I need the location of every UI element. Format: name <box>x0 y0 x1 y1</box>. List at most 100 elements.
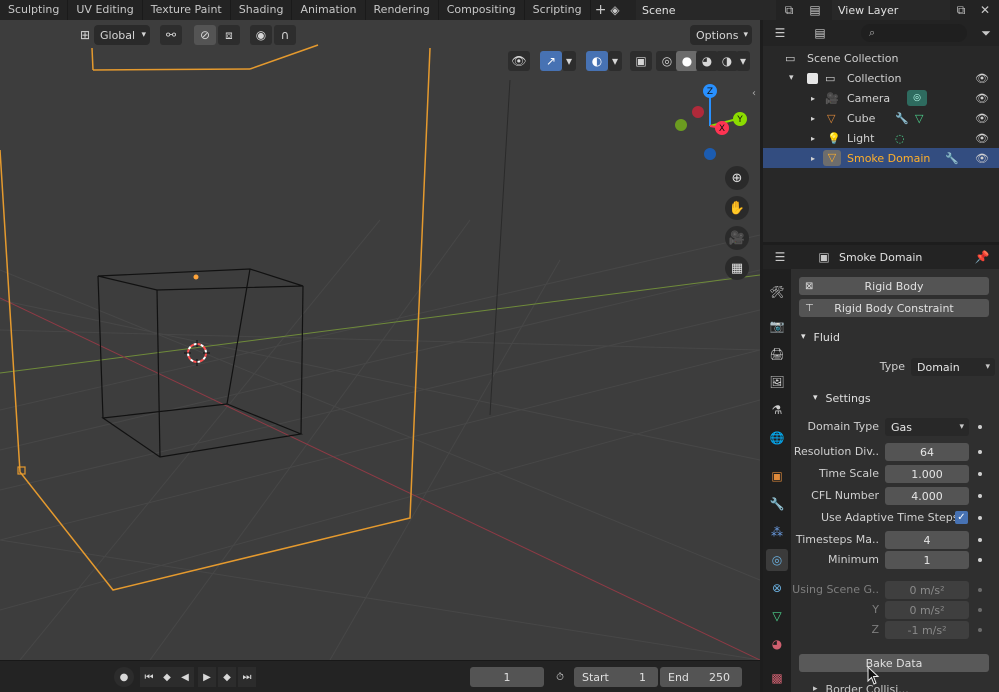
view-layer-tab-icon[interactable]: 🖼 <box>766 371 788 393</box>
material-tab-icon[interactable]: ◕ <box>766 633 788 655</box>
gravity-y-field[interactable]: 0 m/s² <box>885 601 969 619</box>
new-scene-icon[interactable]: ⧉ <box>780 1 798 19</box>
object-tab-icon[interactable]: ▣ <box>766 465 788 487</box>
domain-type-dropdown[interactable]: Gas ▾ <box>885 418 969 436</box>
gravity-x-field[interactable]: 0 m/s² <box>885 581 969 599</box>
pivot-point-icon[interactable]: ⚯ <box>160 25 182 45</box>
transform-orientation-dropdown[interactable]: Global ▾ <box>94 25 150 45</box>
navigation-gizmo[interactable]: Z Y X <box>675 84 747 160</box>
output-tab-icon[interactable]: 🖨 <box>766 343 788 365</box>
outliner-item-cube[interactable]: ▸ ▽ Cube 🔧 ▽ 👁 <box>763 108 999 128</box>
resolution-field[interactable]: 64 <box>885 443 969 461</box>
tool-tab-icon[interactable]: 🛠 <box>766 281 788 303</box>
texture-tab-icon[interactable]: ▩ <box>766 667 788 689</box>
scene-name-field[interactable]: Scene <box>636 0 776 20</box>
stopwatch-icon[interactable]: ⏱ <box>550 667 570 687</box>
grid-icon[interactable]: ▦ <box>725 256 749 280</box>
end-frame-field[interactable]: End 250 <box>660 667 742 687</box>
cfl-field[interactable]: 4.000 <box>885 487 969 505</box>
tab-animation[interactable]: Animation <box>292 0 366 20</box>
render-tab-icon[interactable]: 📷 <box>766 315 788 337</box>
play-reverse-icon[interactable]: ◀ <box>176 667 194 687</box>
chevron-down-icon[interactable]: ▾ <box>789 73 794 83</box>
tab-compositing[interactable]: Compositing <box>439 0 525 20</box>
outliner-scene-collection[interactable]: ▭ Scene Collection <box>763 48 999 68</box>
gravity-z-field[interactable]: -1 m/s² <box>885 621 969 639</box>
modifier-tab-icon[interactable]: 🔧 <box>766 493 788 515</box>
world-tab-icon[interactable]: 🌐 <box>766 427 788 449</box>
border-collisions-panel-header[interactable]: ▸ Border Collisi... <box>813 682 909 692</box>
jump-start-icon[interactable]: ⏮ <box>140 667 158 687</box>
pin-icon[interactable]: 📌 <box>973 248 991 266</box>
adaptive-checkbox[interactable]: ✓ <box>955 511 968 524</box>
tab-texture-paint[interactable]: Texture Paint <box>143 0 231 20</box>
bake-data-button[interactable]: Bake Data <box>799 654 989 672</box>
play-icon[interactable]: ▶ <box>198 667 216 687</box>
record-icon[interactable]: ● <box>114 667 134 687</box>
search-input[interactable]: ⌕ <box>861 24 967 42</box>
sidebar-toggle-icon[interactable]: ‹ <box>752 88 756 99</box>
3d-viewport[interactable]: Z Y X ⊞ Global ▾ ⚯ ⊘ ⧈ ◉ ∩ Options ▾ 👁 ↗… <box>0 20 760 660</box>
next-keyframe-icon[interactable]: ◆ <box>218 667 236 687</box>
prev-keyframe-icon[interactable]: ◆ <box>158 667 176 687</box>
data-tab-icon[interactable]: ▽ <box>766 605 788 627</box>
falloff-icon[interactable]: ∩ <box>274 25 296 45</box>
start-frame-field[interactable]: Start 1 <box>574 667 658 687</box>
new-layer-icon[interactable]: ⧉ <box>952 1 970 19</box>
fluid-panel-header[interactable]: ▾ Fluid <box>801 329 840 345</box>
keyframe-dot[interactable] <box>978 608 982 612</box>
camera-view-icon[interactable]: 🎥 <box>725 226 749 250</box>
view-layer-field[interactable]: View Layer <box>832 0 950 20</box>
display-mode-icon[interactable]: ▤ <box>811 24 829 42</box>
filter-icon[interactable]: ⏷ <box>977 24 995 42</box>
view-layer-icon[interactable]: ▤ <box>806 1 824 19</box>
chevron-down-icon[interactable]: ▾ <box>736 51 750 71</box>
snap-target-icon[interactable]: ⧈ <box>218 25 240 45</box>
outliner-item-camera[interactable]: ▸ 🎥 Camera ◎ 👁 <box>763 88 999 108</box>
shading-solid-icon[interactable]: ● <box>676 51 698 71</box>
keyframe-dot[interactable] <box>978 450 982 454</box>
eye-icon[interactable]: 👁 <box>975 112 989 125</box>
shading-wireframe-icon[interactable]: ◎ <box>656 51 678 71</box>
constraints-tab-icon[interactable]: ⊗ <box>766 577 788 599</box>
checkbox-icon[interactable] <box>807 72 818 84</box>
current-frame-field[interactable]: 1 <box>470 667 544 687</box>
snap-icon[interactable]: ⊘ <box>194 25 216 45</box>
rigid-body-button[interactable]: ⊠ Rigid Body <box>799 277 989 295</box>
gizmo-toggle-icon[interactable]: ↗ <box>540 51 562 71</box>
overlay-toggle-icon[interactable]: ◐ <box>586 51 608 71</box>
zoom-icon[interactable]: ⊕ <box>725 166 749 190</box>
close-icon[interactable]: ✕ <box>976 1 994 19</box>
rigid-body-constraint-button[interactable]: ⊤ Rigid Body Constraint <box>799 299 989 317</box>
visibility-icon[interactable]: 👁 <box>508 51 530 71</box>
chevron-right-icon[interactable]: ▸ <box>811 114 815 123</box>
tab-shading[interactable]: Shading <box>231 0 293 20</box>
settings-panel-header[interactable]: ▾ Settings <box>813 390 871 406</box>
eye-icon[interactable]: 👁 <box>975 152 989 165</box>
keyframe-dot[interactable] <box>978 516 982 520</box>
keyframe-dot[interactable] <box>978 472 982 476</box>
particles-tab-icon[interactable]: ⁂ <box>766 521 788 543</box>
chevron-right-icon[interactable]: ▸ <box>811 154 815 163</box>
editor-type-icon[interactable]: ☰ <box>771 24 789 42</box>
proportional-edit-icon[interactable]: ◉ <box>250 25 272 45</box>
outliner-item-light[interactable]: ▸ 💡 Light ◌ 👁 <box>763 128 999 148</box>
scene-tab-icon[interactable]: ⚗ <box>766 399 788 421</box>
time-scale-field[interactable]: 1.000 <box>885 465 969 483</box>
eye-icon[interactable]: 👁 <box>975 72 989 85</box>
physics-tab-icon[interactable]: ◎ <box>766 549 788 571</box>
keyframe-dot[interactable] <box>978 558 982 562</box>
keyframe-dot[interactable] <box>978 588 982 592</box>
shading-material-icon[interactable]: ◕ <box>696 51 718 71</box>
chevron-down-icon[interactable]: ▾ <box>608 51 622 71</box>
options-dropdown[interactable]: Options ▾ <box>690 25 752 45</box>
scene-selector-icon[interactable]: ◈ <box>606 1 624 19</box>
xray-icon[interactable]: ▣ <box>630 51 652 71</box>
keyframe-dot[interactable] <box>978 628 982 632</box>
keyframe-dot[interactable] <box>978 425 982 429</box>
minimum-field[interactable]: 1 <box>885 551 969 569</box>
shading-rendered-icon[interactable]: ◑ <box>716 51 738 71</box>
outliner-item-smoke-domain[interactable]: ▸ ▽ Smoke Domain 🔧 👁 <box>763 148 999 168</box>
outliner-collection[interactable]: ▾ ▭ Collection 👁 <box>763 68 999 88</box>
keyframe-dot[interactable] <box>978 538 982 542</box>
